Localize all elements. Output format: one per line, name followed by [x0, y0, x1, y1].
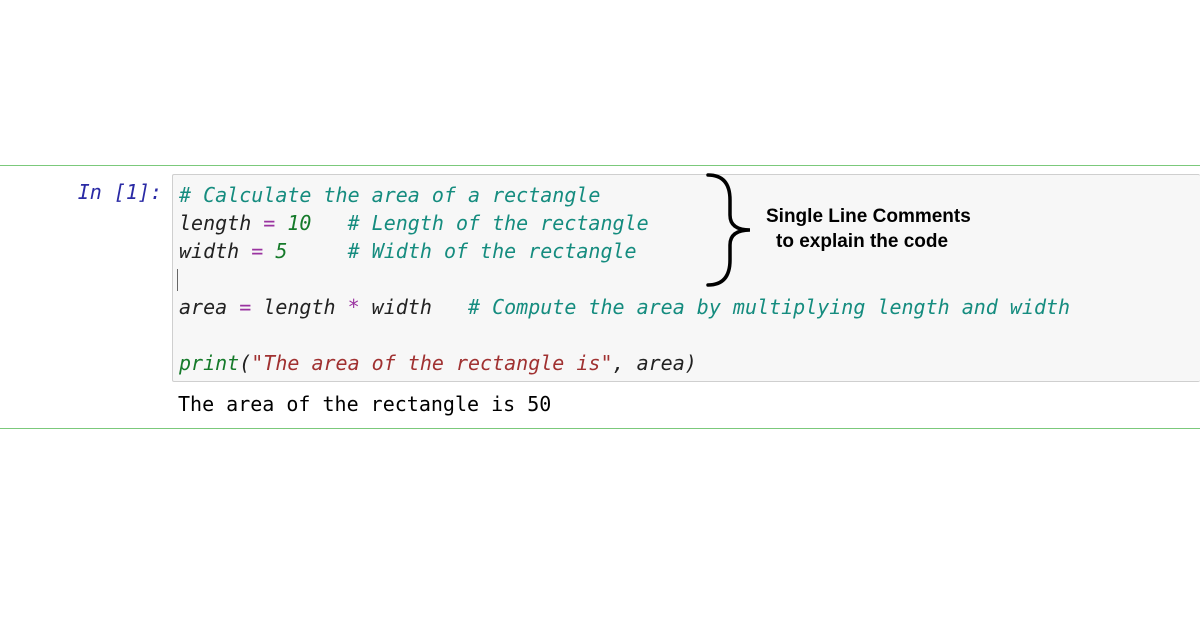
annotation-callout: Single Line Comments to explain the code	[700, 170, 971, 290]
code-token: ,	[613, 351, 637, 375]
code-token: =	[239, 239, 275, 263]
code-token: )	[685, 351, 697, 375]
code-space	[432, 295, 468, 319]
code-input[interactable]: # Calculate the area of a rectangle leng…	[172, 174, 1200, 382]
annotation-text: Single Line Comments to explain the code	[766, 205, 971, 254]
code-space	[311, 211, 347, 235]
code-token: area	[637, 351, 685, 375]
code-token: 5	[275, 239, 287, 263]
prompt-column: In [1]:	[0, 174, 172, 420]
code-space	[287, 239, 347, 263]
code-token: "The area of the rectangle is"	[251, 351, 612, 375]
code-token: (	[239, 351, 251, 375]
notebook-cell: In [1]: # Calculate the area of a rectan…	[0, 165, 1200, 429]
annotation-line-2: to explain the code	[766, 230, 971, 255]
code-token: =	[227, 295, 263, 319]
code-token: 10	[287, 211, 311, 235]
input-prompt: In [1]:	[78, 180, 162, 204]
comment-line: # Compute the area by multiplying length…	[468, 295, 1070, 319]
code-token: =	[251, 211, 287, 235]
comment-line: # Width of the rectangle	[348, 239, 637, 263]
content-column: # Calculate the area of a rectangle leng…	[172, 174, 1200, 420]
cell-output: The area of the rectangle is 50	[172, 382, 1200, 420]
code-token: length	[179, 211, 251, 235]
comment-line: # Calculate the area of a rectangle	[179, 183, 600, 207]
brace-icon	[700, 170, 760, 290]
code-token: width	[372, 295, 432, 319]
annotation-line-1: Single Line Comments	[766, 205, 971, 230]
code-token: length	[263, 295, 335, 319]
code-token: print	[179, 351, 239, 375]
code-token: area	[179, 295, 227, 319]
text-cursor	[177, 269, 178, 291]
comment-line: # Length of the rectangle	[348, 211, 649, 235]
code-token: width	[179, 239, 239, 263]
code-token: *	[336, 295, 372, 319]
